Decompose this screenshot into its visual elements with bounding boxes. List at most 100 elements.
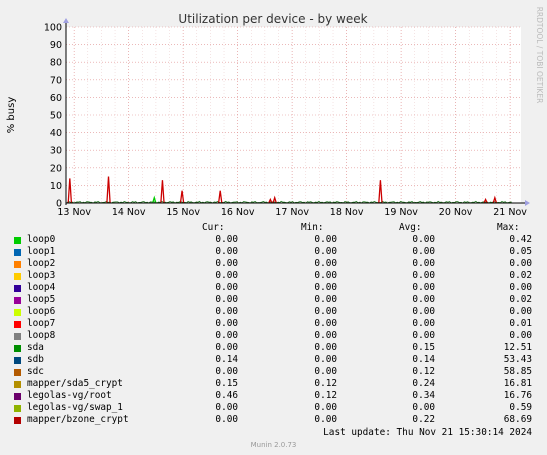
x-tick-label: 19 Nov bbox=[384, 207, 418, 218]
legend-series-name: loop3 bbox=[27, 270, 56, 281]
legend-series-name: sda bbox=[27, 342, 44, 353]
legend-series-name: loop8 bbox=[27, 330, 56, 341]
legend-row: sdb 0.14 0.00 0.14 53.43 bbox=[0, 354, 547, 366]
legend-value-min: 0.00 bbox=[314, 306, 337, 317]
y-tick-label: 20 bbox=[50, 163, 62, 174]
legend-header-avg: Avg: bbox=[399, 222, 422, 233]
legend-series-name: loop2 bbox=[27, 258, 56, 269]
legend-value-min: 0.12 bbox=[314, 390, 337, 401]
legend-value-max: 0.05 bbox=[509, 246, 532, 257]
legend-swatch bbox=[14, 333, 21, 340]
x-tick-label: 21 Nov bbox=[493, 207, 527, 218]
y-tick-label: 50 bbox=[50, 111, 62, 122]
legend-value-min: 0.12 bbox=[314, 378, 337, 389]
legend-value-max: 12.51 bbox=[503, 342, 532, 353]
legend-value-avg: 0.15 bbox=[412, 342, 435, 353]
legend-value-max: 0.00 bbox=[509, 306, 532, 317]
y-tick-label: 90 bbox=[50, 40, 62, 51]
legend-value-avg: 0.24 bbox=[412, 378, 435, 389]
legend-value-max: 0.02 bbox=[509, 270, 532, 281]
legend-row: loop8 0.00 0.00 0.00 0.00 bbox=[0, 330, 547, 342]
x-tick-label: 13 Nov bbox=[57, 207, 91, 218]
legend-row: loop7 0.00 0.00 0.00 0.01 bbox=[0, 318, 547, 330]
chart-area: 13 Nov 14 Nov 15 Nov 16 Nov 17 Nov 18 Nov 19 N… bbox=[6, 7, 544, 218]
legend-value-max: 0.00 bbox=[509, 330, 532, 341]
y-axis-arrow bbox=[63, 18, 69, 23]
legend-series-name: sdb bbox=[27, 354, 44, 365]
legend-value-max: 68.69 bbox=[503, 414, 532, 425]
y-axis-label: % busy bbox=[6, 97, 17, 134]
x-tick-label: 15 Nov bbox=[166, 207, 200, 218]
legend-value-max: 53.43 bbox=[503, 354, 532, 365]
legend-value-cur: 0.00 bbox=[215, 402, 238, 413]
munin-graph: 13 Nov 14 Nov 15 Nov 16 Nov 17 Nov 18 Nov 19 N… bbox=[0, 0, 547, 455]
x-tick-label: 16 Nov bbox=[221, 207, 255, 218]
x-axis-arrow bbox=[525, 200, 530, 206]
legend-series-name: sdc bbox=[27, 366, 44, 377]
legend-value-cur: 0.15 bbox=[215, 378, 238, 389]
legend-swatch bbox=[14, 417, 21, 424]
legend-series-name: loop6 bbox=[27, 306, 56, 317]
legend-value-avg: 0.00 bbox=[412, 318, 435, 329]
legend-value-min: 0.00 bbox=[314, 354, 337, 365]
legend-value-avg: 0.00 bbox=[412, 234, 435, 245]
legend-value-max: 16.81 bbox=[503, 378, 532, 389]
legend-series-name: mapper/sda5_crypt bbox=[27, 378, 123, 389]
legend-row: loop4 0.00 0.00 0.00 0.00 bbox=[0, 282, 547, 294]
legend-header-min: Min: bbox=[301, 222, 324, 233]
legend-series-name: loop1 bbox=[27, 246, 56, 257]
y-tick-label: 100 bbox=[44, 23, 62, 34]
last-update: Last update: Thu Nov 21 15:30:14 2024 bbox=[323, 427, 532, 438]
legend-row: sdc 0.00 0.00 0.12 58.85 bbox=[0, 366, 547, 378]
legend-value-cur: 0.00 bbox=[215, 246, 238, 257]
y-tick-label: 30 bbox=[50, 146, 62, 157]
legend-series-name: loop4 bbox=[27, 282, 56, 293]
y-tick-label: 40 bbox=[50, 128, 62, 139]
y-tick-label: 0 bbox=[56, 199, 62, 210]
x-tick-label: 14 Nov bbox=[112, 207, 146, 218]
y-tick-label: 70 bbox=[50, 75, 62, 86]
legend-value-min: 0.00 bbox=[314, 342, 337, 353]
legend-value-avg: 0.00 bbox=[412, 246, 435, 257]
legend-value-cur: 0.00 bbox=[215, 318, 238, 329]
legend-value-min: 0.00 bbox=[314, 270, 337, 281]
legend-value-cur: 0.00 bbox=[215, 258, 238, 269]
legend-row: loop2 0.00 0.00 0.00 0.00 bbox=[0, 258, 547, 270]
legend-value-min: 0.00 bbox=[314, 330, 337, 341]
legend-swatch bbox=[14, 297, 21, 304]
legend-swatch bbox=[14, 393, 21, 400]
legend-swatch bbox=[14, 381, 21, 388]
legend-row: loop3 0.00 0.00 0.00 0.02 bbox=[0, 270, 547, 282]
legend-swatch bbox=[14, 369, 21, 376]
chart-title: Utilization per device - by week bbox=[178, 12, 367, 26]
legend-swatch bbox=[14, 321, 21, 328]
legend-row: loop5 0.00 0.00 0.00 0.02 bbox=[0, 294, 547, 306]
legend-value-max: 0.02 bbox=[509, 294, 532, 305]
legend-series-name: legolas-vg/swap_1 bbox=[27, 402, 123, 413]
legend-swatch bbox=[14, 405, 21, 412]
y-tick-label: 80 bbox=[50, 58, 62, 69]
x-tick-label: 17 Nov bbox=[275, 207, 309, 218]
legend-value-min: 0.00 bbox=[314, 366, 337, 377]
legend-row: sda 0.00 0.00 0.15 12.51 bbox=[0, 342, 547, 354]
legend-series-name: legolas-vg/root bbox=[27, 390, 112, 401]
legend-series-name: mapper/bzone_crypt bbox=[27, 414, 129, 425]
legend-value-cur: 0.00 bbox=[215, 366, 238, 377]
legend-swatch bbox=[14, 285, 21, 292]
legend-series-name: loop5 bbox=[27, 294, 56, 305]
legend-swatch bbox=[14, 237, 21, 244]
legend-value-cur: 0.00 bbox=[215, 330, 238, 341]
rrdtool-credit: RRDTOOL / TOBI OETIKER bbox=[535, 7, 544, 104]
legend-value-cur: 0.00 bbox=[215, 414, 238, 425]
legend-value-avg: 0.00 bbox=[412, 306, 435, 317]
legend-header-cur: Cur: bbox=[202, 222, 225, 233]
legend-value-min: 0.00 bbox=[314, 234, 337, 245]
legend-value-cur: 0.00 bbox=[215, 282, 238, 293]
legend-value-max: 58.85 bbox=[503, 366, 532, 377]
legend-row: loop1 0.00 0.00 0.00 0.05 bbox=[0, 246, 547, 258]
legend-swatch bbox=[14, 357, 21, 364]
legend-value-max: 0.42 bbox=[509, 234, 532, 245]
legend-row: loop0 0.00 0.00 0.00 0.42 bbox=[0, 234, 547, 246]
legend-value-avg: 0.12 bbox=[412, 366, 435, 377]
legend-value-cur: 0.00 bbox=[215, 294, 238, 305]
